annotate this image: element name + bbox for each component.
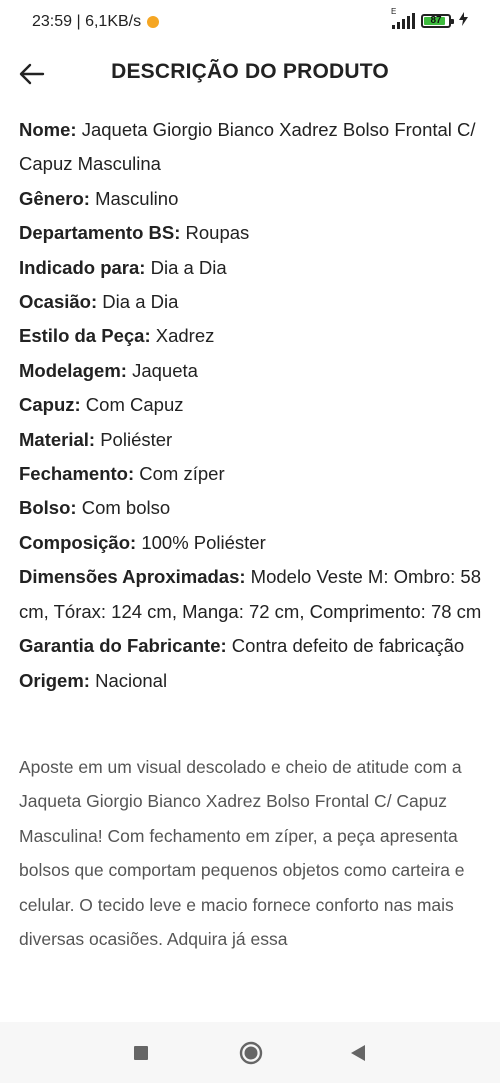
spec-item: Bolso: Com bolso — [19, 491, 489, 525]
nav-back-icon — [351, 1045, 365, 1061]
spec-value: Com zíper — [134, 463, 225, 485]
home-button[interactable] — [236, 1038, 266, 1068]
bolt-icon — [459, 12, 468, 29]
status-time: 23:59 | 6,1KB/s — [32, 13, 160, 31]
spec-key: Gênero: — [19, 187, 90, 209]
spec-key: Composição: — [19, 531, 137, 553]
spec-item: Fechamento: Com zíper — [19, 457, 489, 491]
spec-item: Capuz: Com Capuz — [19, 388, 489, 422]
spec-value: Jaqueta Giorgio Bianco Xadrez Bolso Fron… — [19, 119, 476, 175]
network-type-label: E — [391, 6, 397, 16]
spec-key: Capuz: — [19, 394, 81, 416]
spec-value: Poliéster — [95, 428, 173, 450]
spec-key: Ocasião: — [19, 291, 98, 313]
spec-key: Nome: — [19, 119, 77, 140]
spec-key: Material: — [19, 428, 96, 450]
recent-apps-button[interactable] — [126, 1038, 156, 1068]
app-header: DESCRIÇÃO DO PRODUTO — [0, 46, 500, 102]
spec-key: Modelagem: — [19, 359, 127, 381]
spec-value: 100% Poliéster — [136, 531, 266, 553]
product-description: Nome: Jaqueta Giorgio Bianco Xadrez Bols… — [19, 113, 489, 956]
time-network-speed: 23:59 | 6,1KB/s — [32, 13, 142, 30]
spec-item: Material: Poliéster — [19, 423, 489, 457]
spec-value: Dia a Dia — [97, 291, 179, 313]
spec-key: Garantia do Fabricante: — [19, 635, 227, 657]
spec-item: Nome: Jaqueta Giorgio Bianco Xadrez Bols… — [19, 113, 489, 182]
spec-key: Indicado para: — [19, 256, 146, 278]
spec-item: Gênero: Masculino — [19, 182, 489, 216]
spec-item: Origem: Nacional — [19, 664, 489, 698]
status-icons: E 87 — [391, 7, 468, 29]
spec-value: Jaqueta — [126, 359, 198, 381]
spec-value: Nacional — [89, 669, 168, 691]
spec-key: Departamento BS: — [19, 222, 181, 244]
spec-item: Estilo da Peça: Xadrez — [19, 319, 489, 353]
spec-key: Bolso: — [19, 497, 77, 519]
spec-value: Dia a Dia — [145, 256, 227, 278]
notification-app-icon — [147, 16, 160, 28]
spec-item: Dimensões Aproximadas: Modelo Veste M: O… — [19, 560, 489, 629]
spec-value: Com Capuz — [80, 394, 184, 416]
spec-key: Origem: — [19, 669, 90, 691]
spec-value: Com bolso — [76, 497, 171, 519]
spec-value: Roupas — [180, 222, 250, 244]
signal-icon: E — [391, 7, 415, 29]
battery-icon: 87 — [421, 13, 454, 28]
spec-item: Departamento BS: Roupas — [19, 216, 489, 250]
spec-key: Estilo da Peça: — [19, 325, 151, 347]
battery-level: 87 — [430, 15, 442, 26]
spec-key: Fechamento: — [19, 463, 135, 485]
home-icon — [239, 1041, 263, 1065]
spec-key: Dimensões Aproximadas: — [19, 566, 246, 588]
nav-back-button[interactable] — [343, 1038, 373, 1068]
recent-apps-icon — [134, 1046, 148, 1060]
spec-list: Nome: Jaqueta Giorgio Bianco Xadrez Bols… — [19, 113, 489, 698]
page-title: DESCRIÇÃO DO PRODUTO — [111, 60, 389, 83]
spec-item: Garantia do Fabricante: Contra defeito d… — [19, 629, 489, 663]
spec-value: Contra defeito de fabricação — [226, 635, 465, 657]
spec-item: Composição: 100% Poliéster — [19, 526, 489, 560]
spec-item: Indicado para: Dia a Dia — [19, 251, 489, 285]
spec-item: Ocasião: Dia a Dia — [19, 285, 489, 319]
spec-value: Xadrez — [150, 325, 215, 347]
spec-value: Masculino — [89, 187, 179, 209]
system-nav-bar — [0, 1022, 500, 1083]
status-bar: 23:59 | 6,1KB/s E 87 — [0, 0, 500, 46]
spec-item: Modelagem: Jaqueta — [19, 354, 489, 388]
description-paragraph: Aposte em um visual descolado e cheio de… — [19, 756, 465, 949]
